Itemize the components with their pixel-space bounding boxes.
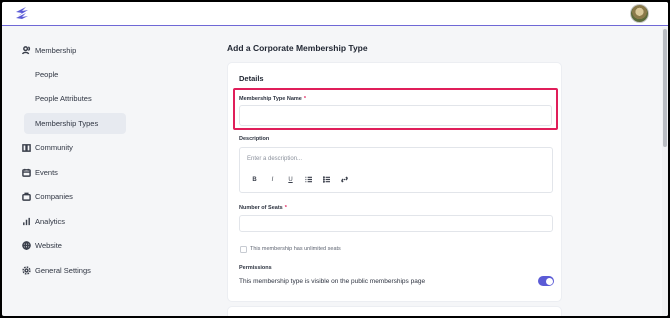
public-visibility-toggle[interactable]: [538, 276, 554, 286]
focus-highlight-outline: [233, 88, 558, 130]
ordered-list-icon: [305, 176, 312, 183]
sidebar-item-label: Companies: [35, 191, 73, 201]
sidebar-item-companies[interactable]: Companies: [22, 186, 73, 206]
sidebar-item-people[interactable]: People: [24, 64, 126, 85]
calendar-icon: [22, 168, 31, 177]
italic-button[interactable]: I: [268, 175, 277, 184]
unlimited-seats-label: This membership has unlimited seats: [250, 246, 341, 252]
page-title: Add a Corporate Membership Type: [227, 43, 368, 53]
globe-icon: [22, 240, 31, 250]
app-window: Membership People People Attributes Memb…: [2, 2, 668, 316]
rich-text-toolbar: B I U: [250, 175, 349, 184]
field-label-text: Number of Seats: [239, 205, 283, 211]
sidebar-item-label: People: [35, 70, 59, 79]
sidebar-item-membership[interactable]: Membership: [22, 40, 76, 60]
book-icon: [22, 143, 31, 152]
sidebar-item-people-attributes[interactable]: People Attributes: [24, 88, 126, 109]
lightning-bolt-logo[interactable]: [13, 6, 31, 22]
sidebar-item-label: People Attributes: [35, 94, 92, 103]
sidebar-item-label: Membership Types: [35, 119, 99, 128]
permissions-text: This membership type is visible on the p…: [239, 278, 426, 285]
scrollbar-thumb[interactable]: [663, 29, 667, 147]
users-icon: [22, 45, 31, 54]
bold-button[interactable]: B: [250, 175, 259, 184]
sidebar: Membership People People Attributes Memb…: [2, 27, 202, 316]
description-placeholder: Enter a description...: [247, 156, 303, 162]
sidebar-item-label: Membership: [35, 45, 77, 55]
number-of-seats-label: Number of Seats *: [239, 205, 287, 211]
section-title: Details: [239, 74, 264, 83]
bullet-list-button[interactable]: [322, 175, 331, 184]
next-section-card: [227, 306, 562, 316]
unlimited-seats-checkbox[interactable]: [240, 246, 247, 253]
user-avatar[interactable]: [630, 4, 649, 23]
permissions-label: Permissions: [239, 265, 272, 271]
sidebar-item-general-settings[interactable]: General Settings: [22, 260, 91, 280]
bullet-list-icon: [323, 176, 330, 183]
gear-icon: [22, 265, 31, 275]
number-of-seats-input[interactable]: [239, 215, 553, 232]
underline-button[interactable]: U: [286, 175, 295, 184]
sidebar-item-label: Website: [35, 240, 62, 250]
scrollbar[interactable]: [662, 27, 668, 316]
ordered-list-button[interactable]: [304, 175, 313, 184]
top-bar: [2, 2, 668, 26]
sidebar-item-analytics[interactable]: Analytics: [22, 211, 65, 231]
sidebar-item-events[interactable]: Events: [22, 162, 58, 182]
bar-chart-icon: [23, 217, 30, 225]
description-editor[interactable]: Enter a description... B I U: [239, 147, 553, 193]
sidebar-item-label: Events: [35, 167, 58, 177]
sidebar-item-label: Analytics: [35, 216, 66, 226]
description-label: Description: [239, 136, 270, 142]
sidebar-item-label: Community: [35, 142, 73, 152]
sidebar-item-label: General Settings: [35, 265, 91, 275]
sidebar-item-community[interactable]: Community: [22, 137, 73, 157]
link-icon: [341, 176, 348, 183]
link-button[interactable]: [340, 175, 349, 184]
briefcase-icon: [22, 192, 31, 201]
sidebar-item-membership-types[interactable]: Membership Types: [24, 113, 126, 134]
required-marker: *: [284, 205, 287, 211]
sidebar-item-website[interactable]: Website: [22, 235, 62, 255]
